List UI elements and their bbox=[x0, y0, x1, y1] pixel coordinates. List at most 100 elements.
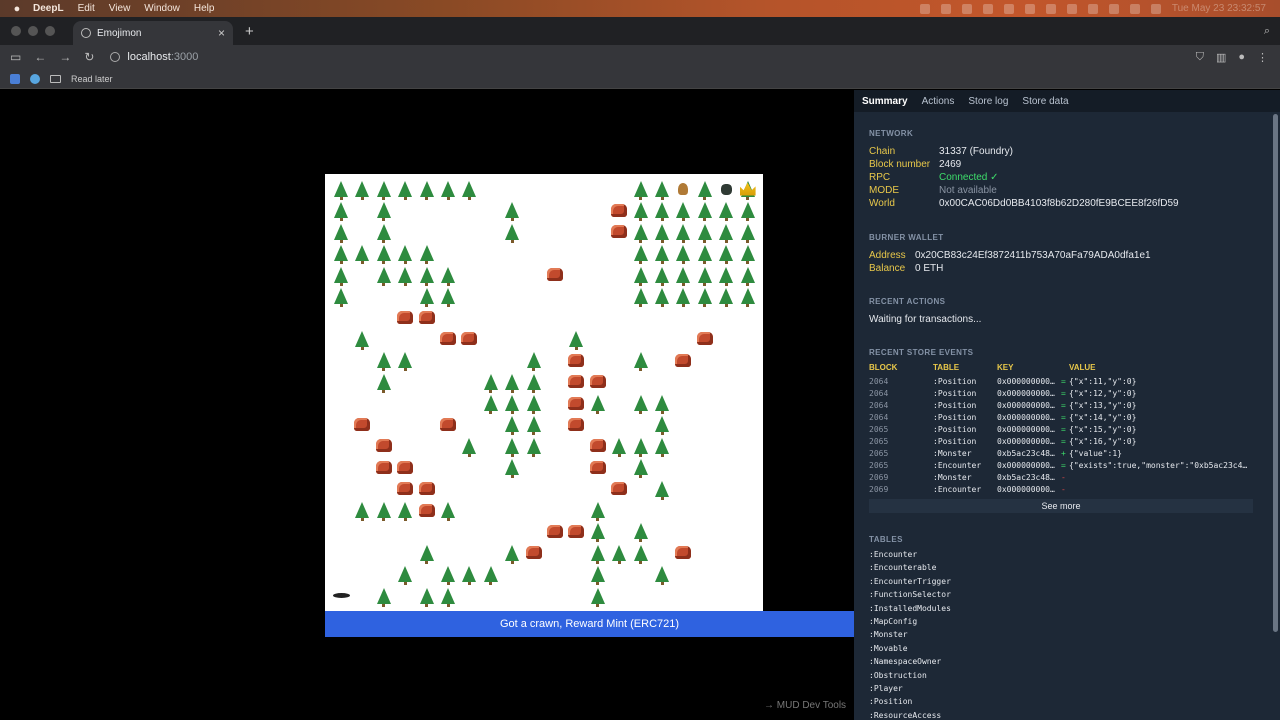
tree-icon bbox=[697, 181, 712, 200]
tree-icon bbox=[483, 373, 498, 393]
apple-icon[interactable]: ● bbox=[11, 3, 23, 15]
minimize-window-button[interactable] bbox=[28, 26, 38, 36]
rock-icon bbox=[440, 417, 456, 431]
menu-view[interactable]: View bbox=[109, 3, 131, 14]
table-item[interactable]: :Monster bbox=[869, 630, 908, 639]
more-menu-icon[interactable]: ⋮ bbox=[1257, 51, 1268, 64]
event-value bbox=[1069, 473, 1249, 482]
rock-icon bbox=[418, 503, 435, 517]
tray-app-icon[interactable] bbox=[982, 3, 993, 14]
rock-icon bbox=[568, 417, 585, 431]
event-block: 2065 bbox=[869, 449, 889, 458]
rock bbox=[588, 372, 608, 392]
close-tab-icon[interactable]: × bbox=[218, 26, 225, 40]
reload-icon[interactable]: ↻ bbox=[84, 50, 94, 64]
app-menu[interactable]: DeepL bbox=[33, 3, 64, 14]
table-item[interactable]: :EncounterTrigger bbox=[869, 577, 951, 586]
tree-icon bbox=[740, 202, 755, 222]
menu-edit[interactable]: Edit bbox=[78, 3, 95, 14]
tree bbox=[374, 372, 394, 393]
rock bbox=[395, 307, 415, 327]
tab-search-icon[interactable]: ⌕ bbox=[1264, 25, 1270, 38]
tab-summary[interactable]: Summary bbox=[862, 96, 908, 107]
table-item[interactable]: :Movable bbox=[869, 644, 908, 653]
control-center-icon[interactable] bbox=[1150, 3, 1161, 14]
tree-icon bbox=[505, 202, 520, 222]
close-window-button[interactable] bbox=[11, 26, 21, 36]
event-key: 0x000000000… bbox=[997, 389, 1055, 398]
back-arrow-icon[interactable]: ← bbox=[34, 50, 46, 64]
table-item[interactable]: :MapConfig bbox=[869, 617, 917, 626]
rock-icon bbox=[397, 310, 414, 324]
tree-icon bbox=[655, 437, 669, 457]
bookmark-app-icon[interactable] bbox=[30, 73, 40, 84]
bookmark-read-later[interactable]: Read later bbox=[71, 74, 113, 84]
tree bbox=[588, 393, 608, 414]
rock-icon bbox=[375, 460, 392, 474]
mud-devtools-link[interactable]: → MUD Dev Tools bbox=[764, 700, 846, 711]
window-controls bbox=[11, 26, 55, 36]
tree-icon bbox=[355, 181, 370, 200]
tray-app-icon[interactable] bbox=[1045, 3, 1056, 14]
tree bbox=[588, 564, 608, 586]
tray-app-icon[interactable] bbox=[1024, 3, 1035, 14]
tab-actions[interactable]: Actions bbox=[922, 96, 955, 107]
tree-icon bbox=[740, 245, 755, 265]
see-more-button[interactable]: See more bbox=[869, 499, 1253, 513]
menubar-clock[interactable]: Tue May 23 23:32:57 bbox=[1172, 3, 1266, 14]
wallet-balance-row: Balance 0 ETH bbox=[869, 263, 944, 274]
table-item[interactable]: :Player bbox=[869, 684, 903, 693]
event-key: 0x000000000… bbox=[997, 413, 1055, 422]
tree bbox=[417, 265, 437, 286]
reading-mode-icon[interactable]: ▥ bbox=[1216, 51, 1226, 64]
table-item[interactable]: :ResourceAccess bbox=[869, 711, 941, 720]
tray-app-icon[interactable] bbox=[1108, 3, 1119, 14]
menu-window[interactable]: Window bbox=[144, 3, 180, 14]
table-item[interactable]: :Encounter bbox=[869, 550, 917, 559]
rock-icon bbox=[568, 524, 585, 538]
devtools-scrollbar[interactable] bbox=[1273, 114, 1278, 632]
recent-actions-heading: RECENT ACTIONS bbox=[869, 297, 946, 306]
tree bbox=[695, 222, 715, 243]
profile-icon[interactable]: ● bbox=[1238, 51, 1245, 63]
browser-tab-emojimon[interactable]: Emojimon × bbox=[73, 21, 233, 45]
table-item[interactable]: :InstalledModules bbox=[869, 604, 951, 613]
tree bbox=[652, 222, 672, 243]
reward-banner: Got a crawn, Reward Mint (ERC721) bbox=[325, 611, 854, 637]
crown[interactable] bbox=[738, 179, 758, 199]
table-item[interactable]: :Obstruction bbox=[869, 671, 927, 680]
tray-app-icon[interactable] bbox=[940, 3, 951, 14]
tree-icon bbox=[505, 459, 520, 479]
new-tab-button[interactable]: + bbox=[245, 23, 254, 40]
shield-icon[interactable]: ⛉ bbox=[1196, 51, 1204, 64]
tree bbox=[695, 243, 715, 265]
tray-app-icon[interactable] bbox=[919, 3, 930, 14]
game-map[interactable] bbox=[325, 174, 763, 611]
tree bbox=[631, 393, 651, 414]
wifi-icon[interactable] bbox=[1129, 3, 1140, 14]
table-item[interactable]: :FunctionSelector bbox=[869, 590, 951, 599]
player[interactable] bbox=[331, 586, 351, 606]
tab-store-data[interactable]: Store data bbox=[1022, 96, 1068, 107]
tree bbox=[374, 265, 394, 286]
address-bar[interactable]: localhost:3000 bbox=[110, 51, 198, 63]
tab-store-log[interactable]: Store log bbox=[968, 96, 1008, 107]
tray-app-icon[interactable] bbox=[1087, 3, 1098, 14]
sidebar-toggle-icon[interactable]: ▭ bbox=[10, 50, 21, 64]
tree-icon bbox=[398, 502, 413, 521]
tree-icon bbox=[719, 202, 734, 222]
site-info-icon[interactable] bbox=[110, 52, 121, 62]
tree bbox=[588, 543, 608, 564]
forward-arrow-icon[interactable]: → bbox=[59, 50, 71, 64]
table-item[interactable]: :Encounterable bbox=[869, 563, 936, 572]
tray-app-icon[interactable] bbox=[1003, 3, 1014, 14]
zoom-window-button[interactable] bbox=[45, 26, 55, 36]
rock bbox=[673, 543, 693, 563]
menu-help[interactable]: Help bbox=[194, 3, 215, 14]
bookmark-app-icon[interactable] bbox=[10, 73, 20, 84]
rock bbox=[524, 543, 544, 563]
tray-app-icon[interactable] bbox=[961, 3, 972, 14]
tray-app-icon[interactable] bbox=[1066, 3, 1077, 14]
table-item[interactable]: :Position bbox=[869, 697, 912, 706]
table-item[interactable]: :NamespaceOwner bbox=[869, 657, 941, 666]
